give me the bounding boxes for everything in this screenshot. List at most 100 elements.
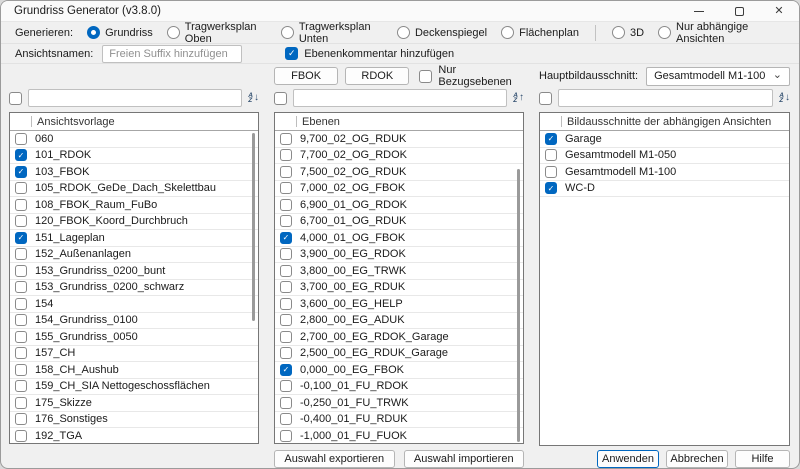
list-item-175-skizze[interactable]: 175_Skizze	[10, 395, 258, 412]
list-item-2-800-00-eg-aduk[interactable]: 2,800_00_EG_ADUK	[275, 313, 523, 330]
checkbox-unchecked-icon[interactable]	[280, 215, 292, 227]
levels-search-input[interactable]	[293, 89, 507, 107]
list-item-4-000-01-og-fbok[interactable]: ✓4,000_01_OG_FBOK	[275, 230, 523, 247]
import-selection-button[interactable]: Auswahl importieren	[404, 450, 525, 468]
checkbox-checked-icon[interactable]: ✓	[15, 149, 27, 161]
sort-az-down-icon[interactable]: AZ↓	[248, 93, 259, 104]
list-item-153-grundriss-0200-schwarz[interactable]: 153_Grundriss_0200_schwarz	[10, 280, 258, 297]
list-item-wc-d[interactable]: ✓WC-D	[540, 181, 789, 198]
checkbox-unchecked-icon[interactable]	[15, 248, 27, 260]
list-item-gesamtmodell-m1-100[interactable]: Gesamtmodell M1-100	[540, 164, 789, 181]
scrollbar-thumb[interactable]	[252, 133, 255, 321]
list-item-3-700-00-eg-rduk[interactable]: 3,700_00_EG_RDUK	[275, 280, 523, 297]
main-crop-dropdown[interactable]: Gesamtmodell M1-100 ⌄	[646, 67, 790, 86]
checkbox-unchecked-icon[interactable]	[280, 149, 292, 161]
checkbox-unchecked-icon[interactable]	[280, 248, 292, 260]
list-item-154[interactable]: 154	[10, 296, 258, 313]
only-reference-levels-checkbox[interactable]	[419, 70, 432, 83]
templates-select-all-checkbox[interactable]	[9, 92, 22, 105]
list-item-0-000-00-eg-fbok[interactable]: ✓0,000_00_EG_FBOK	[275, 362, 523, 379]
checkbox-unchecked-icon[interactable]	[15, 215, 27, 227]
crops-select-all-checkbox[interactable]	[539, 92, 552, 105]
list-item-153-grundriss-0200-bunt[interactable]: 153_Grundriss_0200_bunt	[10, 263, 258, 280]
sort-az-up-icon[interactable]: AZ↑	[513, 93, 524, 104]
list-item-154-grundriss-0100[interactable]: 154_Grundriss_0100	[10, 313, 258, 330]
list-item-192-tga[interactable]: 192_TGA	[10, 428, 258, 444]
checkbox-unchecked-icon[interactable]	[280, 397, 292, 409]
list-item-0-400-01-fu-rduk[interactable]: -0,400_01_FU_RDUK	[275, 412, 523, 429]
checkbox-unchecked-icon[interactable]	[15, 347, 27, 359]
checkbox-checked-icon[interactable]: ✓	[15, 232, 27, 244]
suffix-input[interactable]	[102, 45, 242, 63]
checkbox-unchecked-icon[interactable]	[15, 331, 27, 343]
checkbox-unchecked-icon[interactable]	[15, 314, 27, 326]
list-item-158-ch-aushub[interactable]: 158_CH_Aushub	[10, 362, 258, 379]
list-item-7-500-02-og-rduk[interactable]: 7,500_02_OG_RDUK	[275, 164, 523, 181]
list-item-3-900-00-eg-rdok[interactable]: 3,900_00_EG_RDOK	[275, 247, 523, 264]
templates-search-input[interactable]	[28, 89, 242, 107]
list-item-101-rdok[interactable]: ✓101_RDOK	[10, 148, 258, 165]
checkbox-checked-icon[interactable]: ✓	[545, 182, 557, 194]
checkbox-unchecked-icon[interactable]	[15, 298, 27, 310]
minimize-button[interactable]	[679, 1, 719, 21]
checkbox-unchecked-icon[interactable]	[15, 182, 27, 194]
radio-option-tragwerksplan-unten[interactable]: Tragwerksplan Unten	[281, 21, 383, 45]
list-item-6-900-01-og-rdok[interactable]: 6,900_01_OG_RDOK	[275, 197, 523, 214]
radio-option-3d[interactable]: 3D	[612, 26, 644, 39]
checkbox-unchecked-icon[interactable]	[15, 430, 27, 442]
list-item-6-700-01-og-rduk[interactable]: 6,700_01_OG_RDUK	[275, 214, 523, 231]
level-comment-checkbox[interactable]: ✓	[285, 47, 298, 60]
checkbox-unchecked-icon[interactable]	[280, 380, 292, 392]
radio-option-tragwerksplan-oben[interactable]: Tragwerksplan Oben	[167, 21, 267, 45]
levels-select-all-checkbox[interactable]	[274, 92, 287, 105]
view-templates-list[interactable]: Ansichtsvorlage 060✓101_RDOK✓103_FBOK105…	[9, 112, 259, 444]
checkbox-unchecked-icon[interactable]	[15, 265, 27, 277]
list-item-159-ch-sia-nettogeschossfl-chen[interactable]: 159_CH_SIA Nettogeschossflächen	[10, 379, 258, 396]
checkbox-unchecked-icon[interactable]	[280, 430, 292, 442]
checkbox-unchecked-icon[interactable]	[15, 199, 27, 211]
maximize-button[interactable]	[719, 1, 759, 21]
dependent-crops-list[interactable]: Bildausschnitte der abhängigen Ansichten…	[539, 112, 790, 446]
radio-option-grundriss[interactable]: Grundriss	[87, 26, 153, 39]
checkbox-unchecked-icon[interactable]	[15, 413, 27, 425]
list-item-105-rdok-gede-dach-skelettbau[interactable]: 105_RDOK_GeDe_Dach_Skelettbau	[10, 181, 258, 198]
checkbox-unchecked-icon[interactable]	[280, 281, 292, 293]
list-item-060[interactable]: 060	[10, 131, 258, 148]
list-item-3-800-00-eg-trwk[interactable]: 3,800_00_EG_TRWK	[275, 263, 523, 280]
list-item-0-250-01-fu-trwk[interactable]: -0,250_01_FU_TRWK	[275, 395, 523, 412]
list-item-151-lageplan[interactable]: ✓151_Lageplan	[10, 230, 258, 247]
checkbox-unchecked-icon[interactable]	[280, 347, 292, 359]
checkbox-unchecked-icon[interactable]	[15, 281, 27, 293]
checkbox-unchecked-icon[interactable]	[280, 298, 292, 310]
list-item-garage[interactable]: ✓Garage	[540, 131, 789, 148]
checkbox-unchecked-icon[interactable]	[280, 314, 292, 326]
checkbox-checked-icon[interactable]: ✓	[545, 133, 557, 145]
list-item-108-fbok-raum-fubo[interactable]: 108_FBOK_Raum_FuBo	[10, 197, 258, 214]
list-item-2-700-00-eg-rdok-garage[interactable]: 2,700_00_EG_RDOK_Garage	[275, 329, 523, 346]
levels-list[interactable]: Ebenen 9,700_02_OG_RDUK7,700_02_OG_RDOK7…	[274, 112, 524, 444]
checkbox-unchecked-icon[interactable]	[280, 199, 292, 211]
list-item-120-fbok-koord-durchbruch[interactable]: 120_FBOK_Koord_Durchbruch	[10, 214, 258, 231]
checkbox-unchecked-icon[interactable]	[280, 413, 292, 425]
rdok-button[interactable]: RDOK	[345, 67, 409, 85]
list-item-2-500-00-eg-rduk-garage[interactable]: 2,500_00_EG_RDUK_Garage	[275, 346, 523, 363]
radio-option-deckenspiegel[interactable]: Deckenspiegel	[397, 26, 487, 39]
close-button[interactable]: ✕	[759, 1, 799, 21]
checkbox-unchecked-icon[interactable]	[280, 166, 292, 178]
list-item-152-au-enanlagen[interactable]: 152_Außenanlagen	[10, 247, 258, 264]
list-item-7-000-02-og-fbok[interactable]: 7,000_02_OG_FBOK	[275, 181, 523, 198]
checkbox-unchecked-icon[interactable]	[15, 133, 27, 145]
list-item-155-grundriss-0050[interactable]: 155_Grundriss_0050	[10, 329, 258, 346]
checkbox-unchecked-icon[interactable]	[545, 166, 557, 178]
checkbox-unchecked-icon[interactable]	[15, 380, 27, 392]
list-item-0-100-01-fu-rdok[interactable]: -0,100_01_FU_RDOK	[275, 379, 523, 396]
checkbox-unchecked-icon[interactable]	[280, 182, 292, 194]
checkbox-unchecked-icon[interactable]	[15, 364, 27, 376]
sort-az-down-icon[interactable]: AZ↓	[779, 93, 790, 104]
checkbox-unchecked-icon[interactable]	[15, 397, 27, 409]
checkbox-unchecked-icon[interactable]	[280, 331, 292, 343]
list-item-103-fbok[interactable]: ✓103_FBOK	[10, 164, 258, 181]
cancel-button[interactable]: Abbrechen	[666, 450, 728, 468]
list-item-7-700-02-og-rdok[interactable]: 7,700_02_OG_RDOK	[275, 148, 523, 165]
checkbox-unchecked-icon[interactable]	[280, 133, 292, 145]
